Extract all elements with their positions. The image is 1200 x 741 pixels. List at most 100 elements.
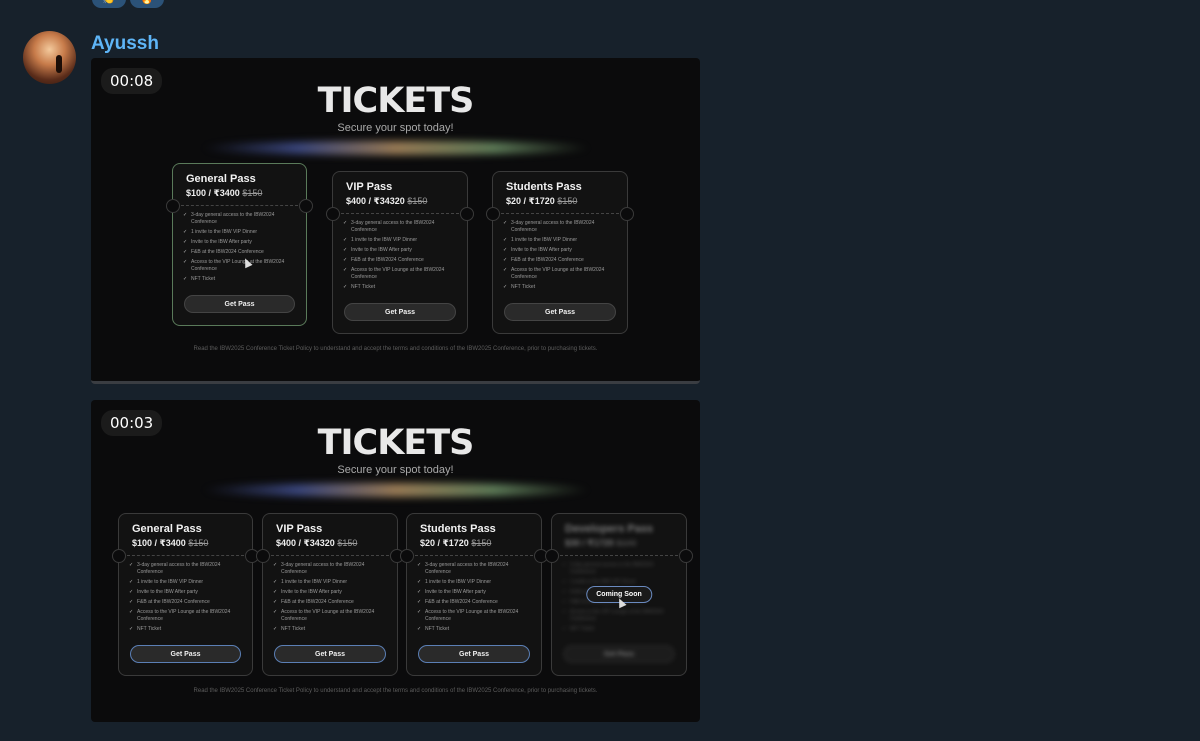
get-pass-button[interactable]: Get Pass [344, 303, 456, 321]
ticket-card: General Pass $100 / ₹3400 $150 3-day gen… [166, 163, 313, 326]
feature-item: NFT Ticket [343, 284, 457, 291]
card-separator [415, 555, 533, 556]
card-separator [501, 213, 619, 214]
feature-item: 3-day general access to the IBW2024 Conf… [183, 212, 296, 226]
avatar-figure [56, 55, 62, 73]
feature-item: 3-day general access to the IBW2024 Conf… [417, 562, 531, 576]
notch [112, 549, 126, 563]
old-price: $150 [471, 538, 492, 548]
feature-item: 1 invite to the IBW VIP Dinner [183, 229, 296, 236]
ticket-card: Students Pass $20 / ₹1720 $150 3-day gen… [400, 513, 548, 676]
get-pass-button[interactable]: Get Pass [563, 645, 675, 663]
feature-item: 1 invite to the IBW VIP Dinner [562, 579, 676, 586]
notch [326, 207, 340, 221]
card-title: VIP Pass [276, 523, 323, 535]
card-price: $400 / ₹34320 $150 [346, 196, 427, 207]
card-separator [127, 555, 244, 556]
card-title: General Pass [186, 173, 256, 185]
card-separator [181, 205, 298, 206]
glow-divider [201, 483, 591, 497]
feature-list: 3-day general access to the IBW2024 Conf… [129, 562, 242, 636]
feature-item: Access to the VIP Lounge at the IBW2024 … [562, 609, 676, 623]
get-pass-button[interactable]: Get Pass [504, 303, 616, 321]
feature-item: 3-day general access to the IBW2024 Conf… [343, 220, 457, 234]
card-separator [341, 213, 459, 214]
feature-list: 3-day general access to the IBW2024 Conf… [273, 562, 387, 636]
feature-item: Invite to the IBW After party [273, 589, 387, 596]
card-separator [560, 555, 678, 556]
get-pass-button[interactable]: Get Pass [274, 645, 386, 663]
feature-list: 3-day general access to the IBW2024 Conf… [503, 220, 617, 294]
feature-item: 3-day general access to the IBW2024 Conf… [273, 562, 387, 576]
get-pass-button[interactable]: Get Pass [418, 645, 530, 663]
feature-item: 1 invite to the IBW VIP Dinner [503, 237, 617, 244]
notch [299, 199, 313, 213]
old-price: $150 [188, 538, 209, 548]
feature-item: Access to the VIP Lounge at the IBW2024 … [417, 609, 531, 623]
card-title: Students Pass [420, 523, 496, 535]
old-price: $150 [407, 196, 428, 206]
notch [400, 549, 414, 563]
feature-item: 3-day general access to the IBW2024 Conf… [562, 562, 676, 576]
get-pass-button[interactable]: Get Pass [184, 295, 295, 313]
feature-list: 3-day general access to the IBW2024 Conf… [343, 220, 457, 294]
old-price: $150 [242, 188, 263, 198]
notch [545, 549, 559, 563]
ticket-card: VIP Pass $400 / ₹34320 $150 3-day genera… [326, 171, 474, 334]
feature-item: F&B at the IBW2024 Conference [129, 599, 242, 606]
feature-item: F&B at the IBW2024 Conference [343, 257, 457, 264]
card-price: $100 / ₹3400 $150 [186, 188, 262, 199]
ticket-card: Developers Pass $30 / ₹1720 $100 3-day g… [545, 513, 693, 676]
policy-note: Read the IBW2025 Conference Ticket Polic… [193, 346, 598, 352]
price-value: $30 / ₹1720 [565, 538, 614, 548]
ticket-card: VIP Pass $400 / ₹34320 $150 3-day genera… [256, 513, 404, 676]
feature-list: 3-day general access to the IBW2024 Conf… [417, 562, 531, 636]
reaction-chip[interactable]: 👏 [92, 0, 126, 8]
card-separator [271, 555, 389, 556]
reaction-chip[interactable]: 🔥 [130, 0, 164, 8]
feature-item: NFT Ticket [417, 626, 531, 633]
feature-item: 3-day general access to the IBW2024 Conf… [129, 562, 242, 576]
feature-item: Invite to the IBW After party [183, 239, 296, 246]
card-title: Students Pass [506, 181, 582, 193]
card-price: $100 / ₹3400 $150 [132, 538, 208, 549]
notch [679, 549, 693, 563]
feature-item: 1 invite to the IBW VIP Dinner [273, 579, 387, 586]
notch [256, 549, 270, 563]
old-price: $150 [557, 196, 578, 206]
notch [486, 207, 500, 221]
avatar[interactable] [23, 31, 76, 84]
price-value: $20 / ₹1720 [420, 538, 469, 548]
ticket-card: Students Pass $20 / ₹1720 $150 3-day gen… [486, 171, 634, 334]
price-value: $400 / ₹34320 [346, 196, 405, 206]
video-message[interactable]: 00:08 TICKETS Secure your spot today! Ge… [91, 58, 700, 384]
glow-divider [201, 141, 591, 155]
feature-item: Invite to the IBW After party [343, 247, 457, 254]
notch [166, 199, 180, 213]
card-title: General Pass [132, 523, 202, 535]
sender-name[interactable]: Ayussh [91, 33, 159, 55]
feature-item: F&B at the IBW2024 Conference [417, 599, 531, 606]
old-price: $100 [616, 538, 637, 548]
feature-item: NFT Ticket [503, 284, 617, 291]
card-price: $20 / ₹1720 $150 [420, 538, 491, 549]
price-value: $20 / ₹1720 [506, 196, 555, 206]
card-price: $20 / ₹1720 $150 [506, 196, 577, 207]
feature-item: 1 invite to the IBW VIP Dinner [129, 579, 242, 586]
video-message[interactable]: 00:03 TICKETS Secure your spot today! Ge… [91, 400, 700, 722]
get-pass-button[interactable]: Get Pass [130, 645, 241, 663]
feature-item: Access to the VIP Lounge at the IBW2024 … [183, 259, 296, 273]
feature-item: 1 invite to the IBW VIP Dinner [343, 237, 457, 244]
feature-item: F&B at the IBW2024 Conference [273, 599, 387, 606]
policy-note: Read the IBW2025 Conference Ticket Polic… [193, 688, 598, 694]
tickets-title: TICKETS [317, 423, 475, 463]
feature-item: 3-day general access to the IBW2024 Conf… [503, 220, 617, 234]
card-title: VIP Pass [346, 181, 393, 193]
feature-item: Invite to the IBW After party [417, 589, 531, 596]
feature-item: NFT Ticket [562, 626, 676, 633]
tickets-subtitle: Secure your spot today! [337, 122, 454, 134]
card-price: $400 / ₹34320 $150 [276, 538, 357, 549]
price-value: $100 / ₹3400 [132, 538, 186, 548]
tickets-title: TICKETS [317, 81, 475, 121]
feature-item: Invite to the IBW After party [129, 589, 242, 596]
